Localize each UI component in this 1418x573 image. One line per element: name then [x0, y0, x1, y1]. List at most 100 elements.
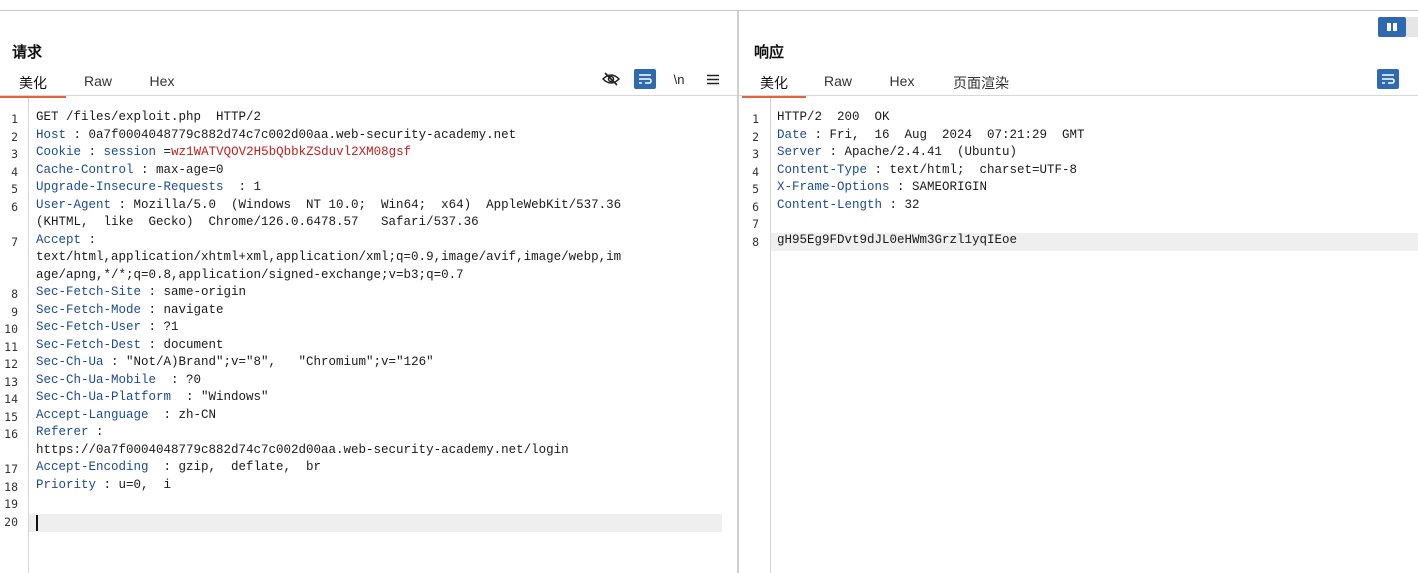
code-line: Host : 0a7f0004048779c882d74c7c002d00aa.… [36, 128, 516, 142]
header-name: Content-Type [777, 162, 868, 177]
response-editor[interactable]: 1 HTTP/2 200 OK 2 Date : Fri, 16 Aug 2024 0… [739, 98, 1418, 573]
request-tabs: 美化 Raw Hex [0, 70, 194, 98]
header-value: : max-age=0 [133, 162, 224, 177]
code-line: age/apng,*/*;q=0.8,application/signed-ex… [36, 268, 464, 282]
response-tab-divider [739, 95, 1418, 96]
header-name: Sec-Fetch-Mode [36, 302, 142, 317]
line-number: 5 [752, 182, 759, 196]
word-wrap-toggle[interactable] [634, 69, 656, 89]
code-line: HTTP/2 200 OK [777, 110, 890, 124]
header-name: Sec-Fetch-Site [36, 285, 142, 299]
hide-nonprintable-button[interactable] [600, 69, 622, 89]
menu-button[interactable] [702, 69, 724, 89]
line-number: 6 [11, 199, 18, 214]
line-number: 3 [11, 147, 18, 161]
code-line: https://0a7f0004048779c882d74c7c002d00aa… [36, 443, 569, 457]
code-line: Sec-Ch-Ua-Mobile : ?0 [36, 373, 201, 387]
code-line: Sec-Fetch-Dest : document [36, 338, 224, 352]
line-number: 4 [11, 164, 18, 179]
header-value: : 0a7f0004048779c882d74c7c002d00aa.web-s… [66, 127, 517, 142]
show-newlines-button[interactable]: \n [668, 69, 690, 89]
code-line: (KHTML, like Gecko) Chrome/126.0.6478.57… [36, 215, 479, 229]
tab-raw[interactable]: Raw [806, 70, 870, 95]
line-number: 11 [4, 339, 18, 354]
request-editor[interactable]: 1 GET /files/exploit.php HTTP/2 2 Host : 0a… [0, 98, 737, 573]
tab-render[interactable]: 页面渲染 [934, 70, 1028, 95]
header-name: Sec-Ch-Ua-Platform [36, 390, 172, 404]
line-number: 17 [4, 462, 18, 476]
code-line: X-Frame-Options : SAMEORIGIN [777, 180, 987, 194]
menu-icon [707, 74, 719, 84]
wrap-icon [639, 74, 652, 84]
line-number: 10 [4, 322, 18, 336]
code-line: Sec-Fetch-User : ?1 [36, 320, 179, 334]
code-line: Cache-Control : max-age=0 [36, 163, 224, 177]
line-number: 3 [752, 147, 759, 161]
header-name: Priority [36, 477, 97, 492]
code-line: Date : Fri, 16 Aug 2024 07:21:29 GMT [777, 128, 1085, 142]
tab-hex[interactable]: Hex [130, 70, 194, 95]
header-value: https://0a7f0004048779c882d74c7c002d00aa… [36, 442, 569, 457]
line-number: 15 [4, 409, 18, 424]
header-name: session [103, 145, 157, 159]
header-value: : navigate [141, 302, 224, 317]
header-value: : [81, 232, 97, 247]
header-name: Accept-Language [36, 407, 149, 422]
header-value: (KHTML, like Gecko) Chrome/126.0.6478.57… [36, 215, 479, 229]
header-value: : Mozilla/5.0 (Windows NT 10.0; Win64; x… [111, 197, 622, 212]
code-line: User-Agent : Mozilla/5.0 (Windows NT 10.… [36, 198, 621, 212]
eye-off-icon [602, 72, 620, 86]
tab-pretty[interactable]: 美化 [0, 70, 66, 98]
header-name: Sec-Fetch-Dest [36, 337, 142, 352]
code-line: Sec-Fetch-Site : same-origin [36, 285, 246, 299]
code-line: Content-Length : 32 [777, 198, 920, 212]
line-number: 9 [11, 304, 18, 319]
header-value: : SAMEORIGIN [889, 180, 988, 194]
line-number: 7 [752, 217, 759, 231]
header-value: : document [141, 337, 224, 352]
header-name: User-Agent [36, 197, 112, 212]
code-line: gH95Eg9FDvt9dJL0eHWm3Grzl1yqIEoe [777, 233, 1017, 247]
header-value: : 32 [882, 197, 920, 212]
current-line-highlight [29, 514, 722, 532]
line-number: 8 [11, 287, 18, 301]
line-number: 2 [11, 129, 18, 144]
wrap-icon [1382, 74, 1395, 84]
line-number: 5 [11, 182, 18, 196]
tab-pretty[interactable]: 美化 [742, 70, 806, 98]
tab-raw[interactable]: Raw [66, 70, 130, 95]
header-value: gH95Eg9FDvt9dJL0eHWm3Grzl1yqIEoe [777, 232, 1018, 247]
code-line: text/html,application/xhtml+xml,applicat… [36, 250, 621, 264]
code-line: Priority : u=0, i [36, 478, 171, 492]
header-name: Content-Length [777, 197, 883, 212]
header-value: : ?1 [141, 320, 179, 334]
code-line: Sec-Ch-Ua : "Not/A)Brand";v="8", "Chromi… [36, 355, 434, 369]
response-pane: 响应 美化 Raw Hex 页面渲染 1 HTTP/2 200 OK 2 Date :… [739, 11, 1418, 573]
header-name: Cookie [36, 145, 82, 159]
header-value: age/apng,*/*;q=0.8,application/signed-ex… [36, 267, 464, 282]
tab-hex[interactable]: Hex [870, 70, 934, 95]
line-number: 8 [752, 234, 759, 249]
header-value: : 1 [223, 180, 262, 194]
line-number: 16 [4, 427, 18, 441]
code-line: GET /files/exploit.php HTTP/2 [36, 110, 261, 124]
line-number: 14 [4, 392, 18, 406]
header-value: : ?0 [156, 372, 202, 387]
line-number: 20 [4, 514, 18, 529]
word-wrap-toggle[interactable] [1377, 69, 1399, 89]
header-value: : same-origin [141, 285, 247, 299]
cookie-value: wz1WATVQOV2H5bQbbkZSduvl2XM08gsf [171, 145, 412, 159]
response-tabs: 美化 Raw Hex 页面渲染 [742, 70, 1028, 98]
request-tab-divider [0, 95, 737, 96]
code-line: Content-Type : text/html; charset=UTF-8 [777, 163, 1077, 177]
code-line: Server : Apache/2.4.41 (Ubuntu) [777, 145, 1017, 159]
code-line: Referer : [36, 425, 104, 439]
header-name: Cache-Control [36, 162, 134, 177]
text-caret [36, 515, 38, 531]
code-line: Accept-Encoding : gzip, deflate, br [36, 460, 321, 474]
header-value: : text/html; charset=UTF-8 [867, 162, 1078, 177]
header-value: text/html,application/xhtml+xml,applicat… [36, 250, 622, 264]
header-value: : Apache/2.4.41 (Ubuntu) [822, 145, 1018, 159]
header-value: : u=0, i [96, 477, 172, 492]
request-title: 请求 [12, 44, 43, 61]
